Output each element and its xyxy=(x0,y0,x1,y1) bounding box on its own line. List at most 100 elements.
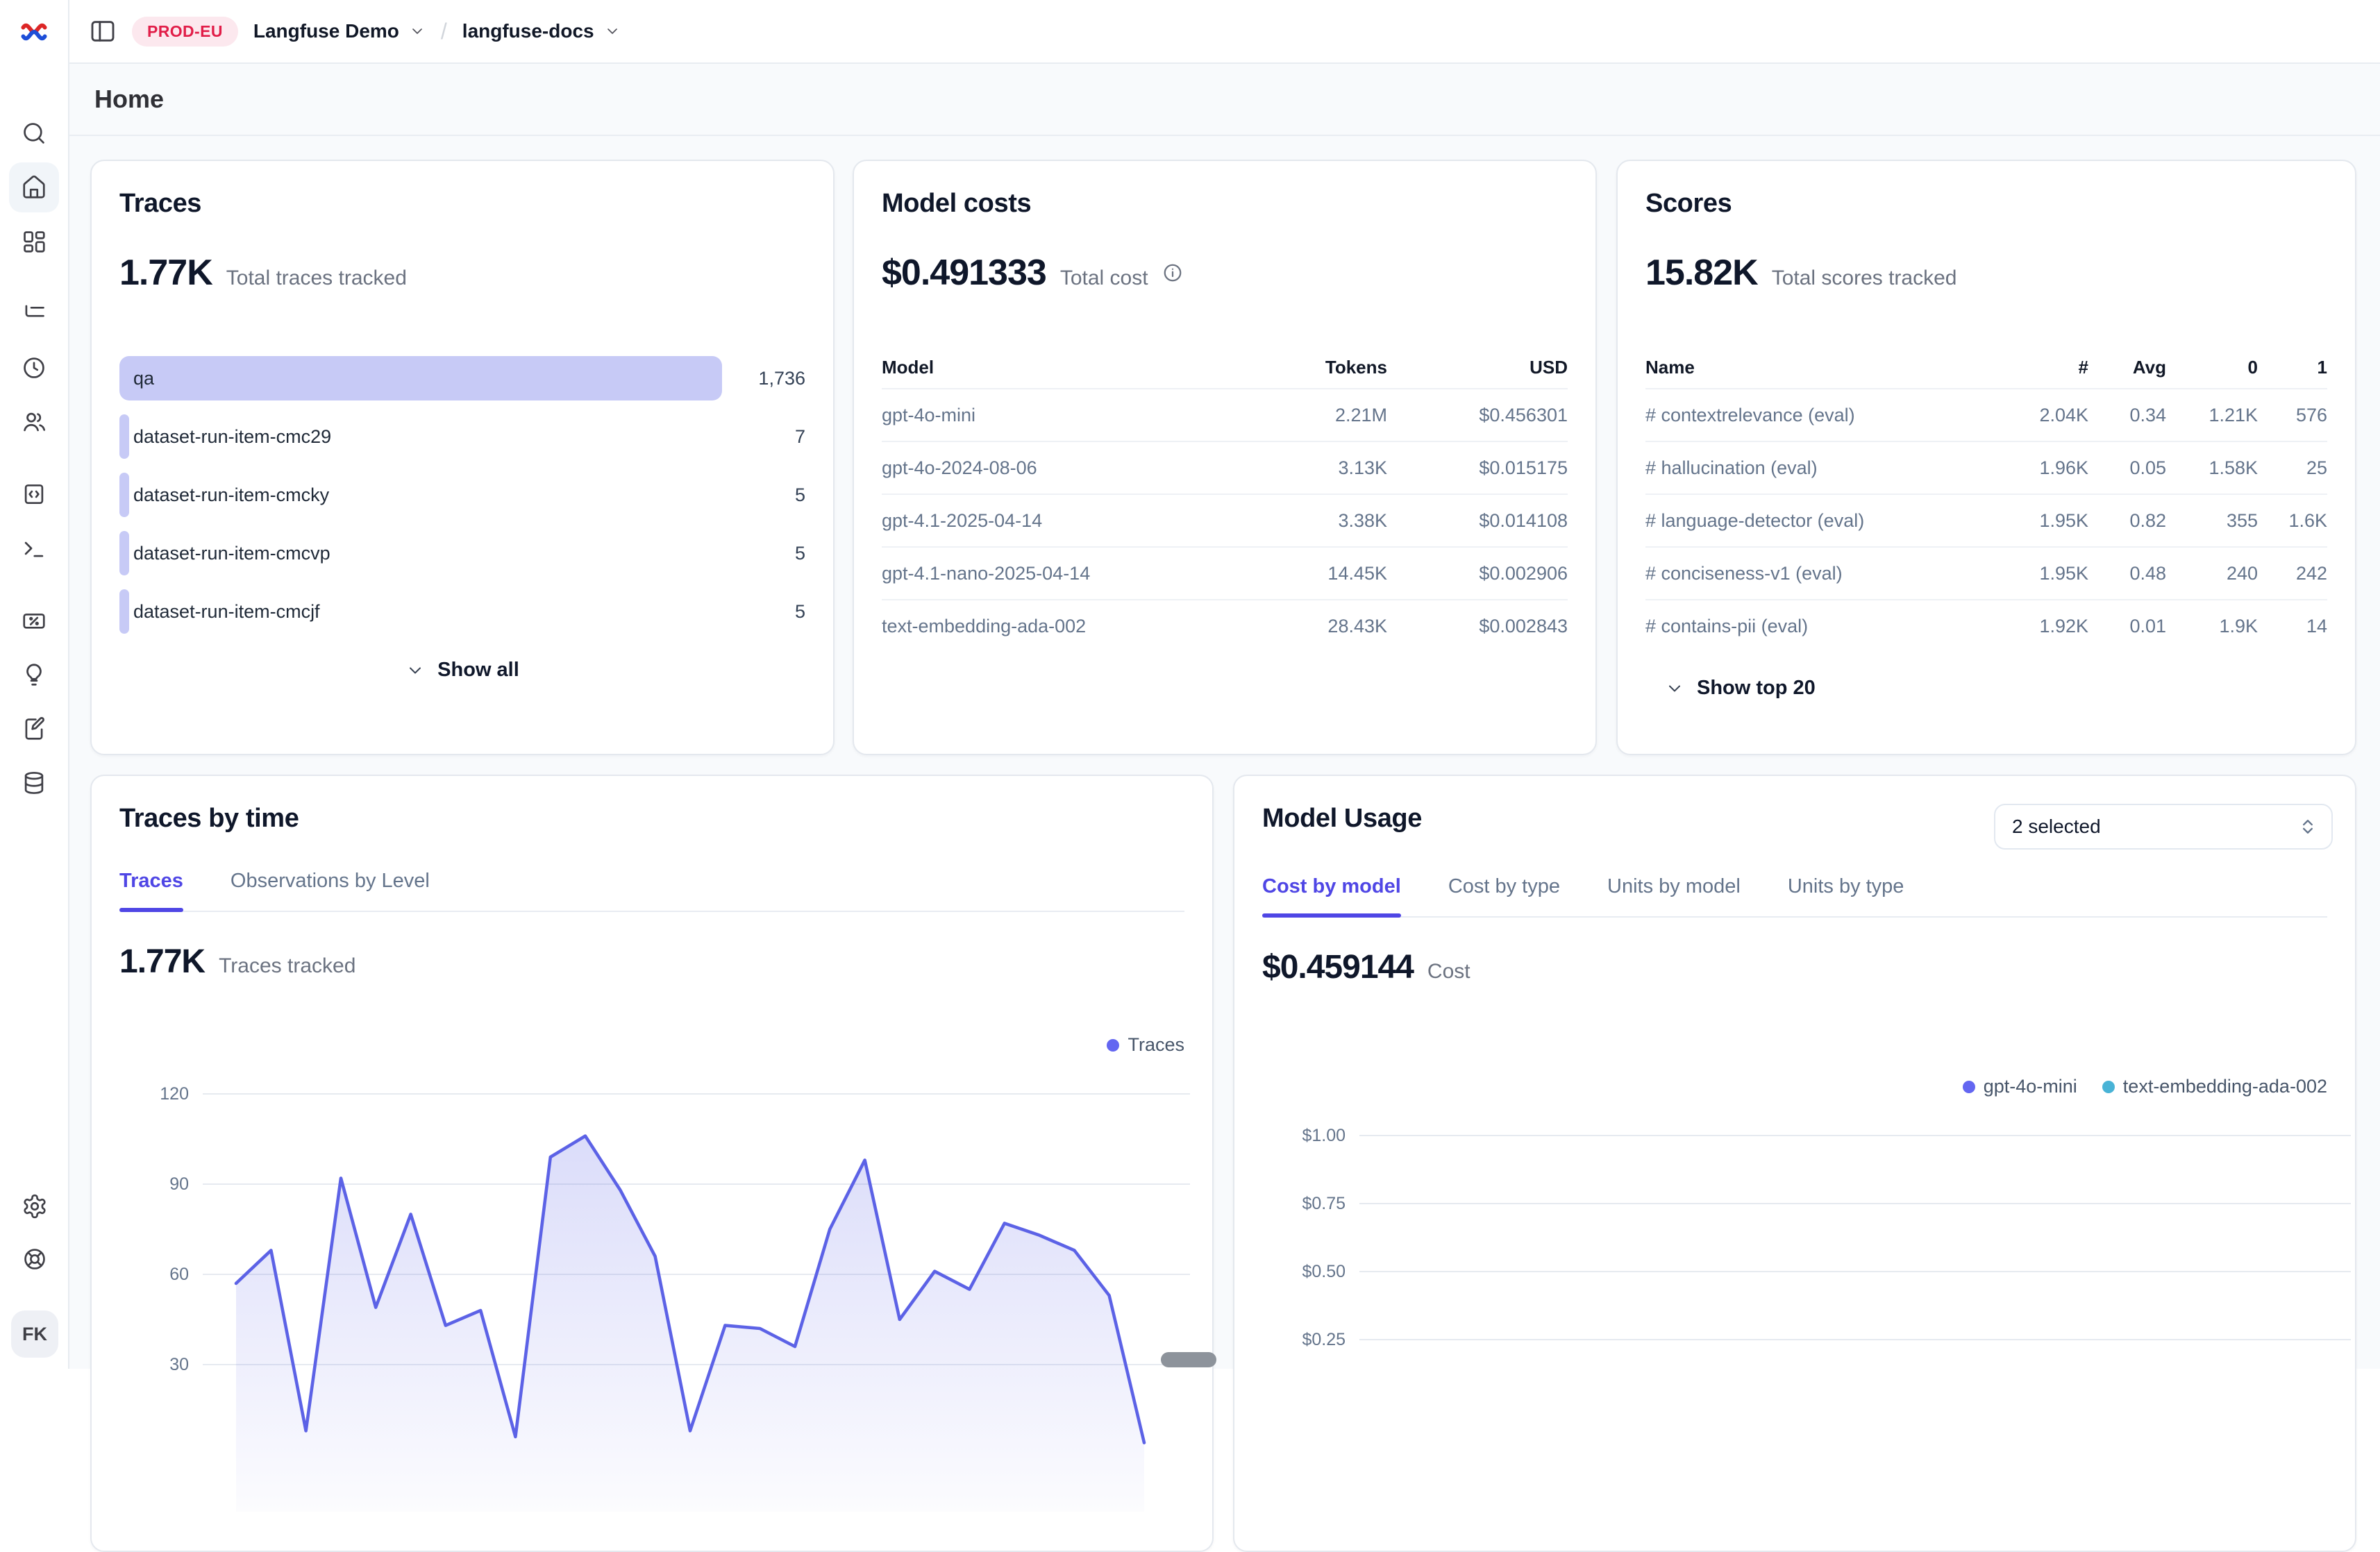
horizontal-scrollbar-thumb[interactable] xyxy=(1161,1352,1216,1367)
col-model: Model xyxy=(882,357,1234,378)
environment-badge: PROD-EU xyxy=(132,17,238,47)
score-one: 14 xyxy=(2258,616,2327,637)
model-usd: $0.015175 xyxy=(1387,457,1568,479)
project-name: langfuse-docs xyxy=(462,20,594,42)
tab[interactable]: Units by model xyxy=(1607,875,1741,916)
col-name: Name xyxy=(1645,357,2000,378)
sidebar-nav xyxy=(9,108,59,808)
chevrons-up-down-icon xyxy=(2298,817,2318,836)
tab[interactable]: Traces xyxy=(119,870,183,911)
legend-item: text-embedding-ada-002 xyxy=(2102,1076,2327,1097)
dashboards-icon[interactable] xyxy=(9,217,59,267)
traces-total-value: 1.77K xyxy=(119,252,212,294)
trace-bar-row: dataset-run-item-cmc29 7 xyxy=(119,414,805,459)
model-tokens: 14.45K xyxy=(1234,563,1387,584)
model-name: gpt-4o-2024-08-06 xyxy=(882,457,1234,479)
avatar[interactable]: FK xyxy=(11,1310,58,1358)
score-name: # conciseness-v1 (eval) xyxy=(1645,563,2000,584)
model-costs-title: Model costs xyxy=(882,189,1568,219)
evaluation-lightbulb-icon[interactable] xyxy=(9,650,59,700)
traces-chart-legend: Traces xyxy=(1107,1034,1184,1056)
scores-total-value: 15.82K xyxy=(1645,252,1758,294)
model-name: gpt-4o-mini xyxy=(882,405,1234,426)
playground-terminal-icon[interactable] xyxy=(9,523,59,573)
score-one: 242 xyxy=(2258,563,2327,584)
traces-area-chart: 120906030 xyxy=(117,1054,1190,1512)
model-select-dropdown[interactable]: 2 selected xyxy=(1994,804,2333,850)
trace-bar xyxy=(119,356,722,400)
traces-total-subtitle: Total traces tracked xyxy=(226,267,407,290)
score-count: 2.04K xyxy=(2000,405,2088,426)
sidebar-toggle-icon[interactable] xyxy=(89,17,117,45)
svg-text:120: 120 xyxy=(160,1084,189,1104)
tab[interactable]: Units by type xyxy=(1788,875,1904,916)
model-usd: $0.002906 xyxy=(1387,563,1568,584)
traces-by-time-title: Traces by time xyxy=(119,804,1184,834)
settings-gear-icon[interactable] xyxy=(10,1181,60,1231)
tab[interactable]: Cost by type xyxy=(1448,875,1560,916)
table-row: # contains-pii (eval) 1.92K 0.01 1.9K 14 xyxy=(1645,599,2327,652)
traces-tracked-value: 1.77K xyxy=(119,943,205,981)
traces-tracked-subtitle: Traces tracked xyxy=(219,954,355,978)
datasets-clipboard-icon[interactable] xyxy=(9,704,59,754)
score-count: 1.96K xyxy=(2000,457,2088,479)
model-tokens: 3.13K xyxy=(1234,457,1387,479)
traces-card-title: Traces xyxy=(119,189,805,219)
svg-text:60: 60 xyxy=(169,1265,189,1284)
score-one: 25 xyxy=(2258,457,2327,479)
svg-text:$0.75: $0.75 xyxy=(1302,1194,1346,1213)
trace-count: 5 xyxy=(795,589,805,634)
model-usd: $0.002843 xyxy=(1387,616,1568,637)
trace-bar xyxy=(119,531,129,575)
table-row: # hallucination (eval) 1.96K 0.05 1.58K … xyxy=(1645,441,2327,494)
model-usage-tabs: Cost by model Cost by type Units by mode… xyxy=(1262,875,2327,918)
model-usd: $0.014108 xyxy=(1387,510,1568,532)
trace-bar xyxy=(119,414,129,459)
trace-bar-row: qa 1,736 xyxy=(119,356,805,400)
table-row: text-embedding-ada-002 28.43K $0.002843 xyxy=(882,599,1568,652)
sessions-clock-icon[interactable] xyxy=(9,343,59,393)
scores-icon[interactable] xyxy=(9,596,59,646)
trace-count: 5 xyxy=(795,473,805,517)
model-costs-card: Model costs $0.491333 Total cost Model T… xyxy=(853,160,1597,755)
tab[interactable]: Observations by Level xyxy=(231,870,430,911)
score-zero: 1.9K xyxy=(2166,616,2258,637)
score-avg: 0.05 xyxy=(2088,457,2166,479)
col-avg: Avg xyxy=(2088,357,2166,378)
table-row: gpt-4.1-2025-04-14 3.38K $0.014108 xyxy=(882,494,1568,546)
sidebar: FK xyxy=(0,0,69,1369)
traces-bar-list: qa 1,736 dataset-run-item-cmc29 7 datase… xyxy=(119,356,805,634)
legend-dot xyxy=(2102,1081,2115,1093)
model-usage-card: Model Usage 2 selected Cost by model Cos… xyxy=(1233,775,2356,1552)
col-usd: USD xyxy=(1387,357,1568,378)
score-avg: 0.34 xyxy=(2088,405,2166,426)
breadcrumb-separator: / xyxy=(441,19,447,44)
home-icon[interactable] xyxy=(9,162,59,212)
table-row: gpt-4o-2024-08-06 3.13K $0.015175 xyxy=(882,441,1568,494)
model-usd: $0.456301 xyxy=(1387,405,1568,426)
org-breadcrumb[interactable]: Langfuse Demo xyxy=(253,20,426,42)
score-zero: 1.21K xyxy=(2166,405,2258,426)
trace-bar xyxy=(119,473,129,517)
trace-count: 1,736 xyxy=(758,356,805,400)
users-icon[interactable] xyxy=(9,397,59,447)
info-icon[interactable] xyxy=(1162,262,1183,283)
score-zero: 1.58K xyxy=(2166,457,2258,479)
prompts-icon[interactable] xyxy=(9,469,59,519)
usage-cost-subtitle: Cost xyxy=(1427,960,1470,984)
show-top-20-button[interactable]: Show top 20 xyxy=(1665,677,2355,700)
model-name: gpt-4.1-nano-2025-04-14 xyxy=(882,563,1234,584)
search-icon[interactable] xyxy=(9,108,59,158)
traces-card: Traces 1.77K Total traces tracked qa 1,7… xyxy=(90,160,835,755)
support-lifebuoy-icon[interactable] xyxy=(10,1234,60,1284)
show-all-button[interactable]: Show all xyxy=(92,659,833,682)
score-name: # hallucination (eval) xyxy=(1645,457,2000,479)
usage-chart-legend: gpt-4o-mini text-embedding-ada-002 xyxy=(1963,1076,2327,1097)
legend-dot xyxy=(1107,1039,1119,1052)
chevron-down-icon xyxy=(604,23,621,40)
database-icon[interactable] xyxy=(9,758,59,808)
tracing-icon[interactable] xyxy=(9,289,59,339)
project-breadcrumb[interactable]: langfuse-docs xyxy=(462,20,621,42)
tab[interactable]: Cost by model xyxy=(1262,875,1401,916)
svg-text:$0.25: $0.25 xyxy=(1302,1330,1346,1349)
